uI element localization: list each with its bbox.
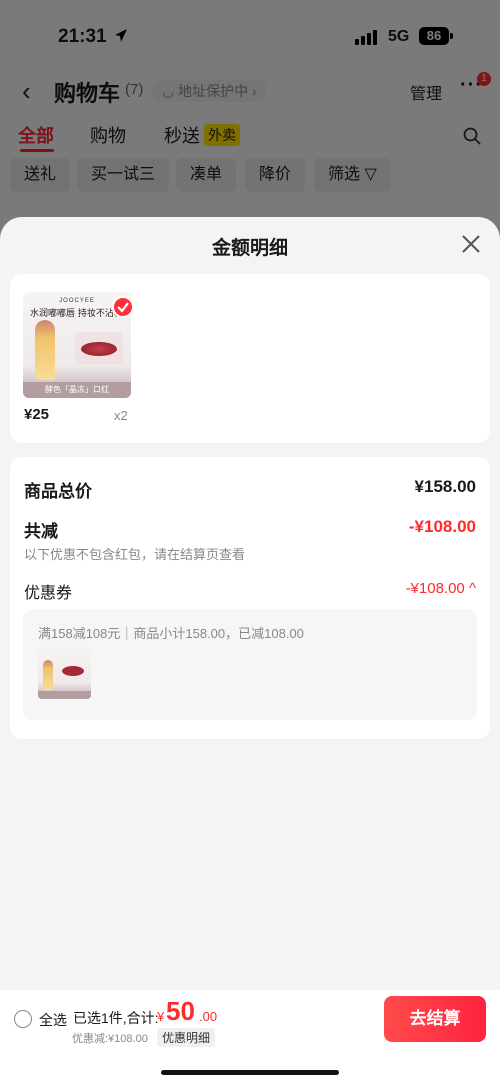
discount-detail-button[interactable]: 优惠明细 xyxy=(157,1028,216,1047)
total-decimal: .00 xyxy=(199,1009,218,1024)
checkout-button[interactable]: 去结算 xyxy=(384,996,486,1042)
close-icon[interactable] xyxy=(458,231,484,257)
thumb-slogan: 水润嘟嘟唇 持妆不沾杯 xyxy=(30,309,123,319)
lips-swatch xyxy=(75,332,123,364)
selection-summary: 已选1件,合计: xyxy=(73,1010,159,1026)
product-card: JOOCYEE 水润嘟嘟唇 持妆不沾杯 酵色「晶冻」口红 ¥25 x2 xyxy=(10,274,490,443)
product-quantity: x2 xyxy=(114,408,128,423)
amount-detail-sheet: 金额明细 JOOCYEE 水润嘟嘟唇 持妆不沾杯 酵色「晶冻」口红 ¥25 x2… xyxy=(0,217,500,1085)
reduce-label: 共减 xyxy=(24,522,58,541)
select-all-radio[interactable] xyxy=(14,1010,32,1028)
total-price-label: 商品总价 xyxy=(24,482,92,501)
total-integer: 50 xyxy=(166,996,195,1026)
discount-summary: 优惠减:¥108.00 xyxy=(72,1033,148,1045)
price-breakdown-card: 商品总价 ¥158.00 共减 -¥108.00 以下优惠不包含红包，请在结算页… xyxy=(10,457,490,739)
coupon-product-image xyxy=(38,646,91,699)
product-price: ¥25 xyxy=(24,406,50,423)
coupon-description: 满158减108元｜商品小计158.00，已减108.00 xyxy=(38,626,304,641)
coupon-value-toggle[interactable]: -¥108.00 ^ xyxy=(406,580,476,597)
reduce-value: -¥108.00 xyxy=(408,517,476,536)
select-all-label[interactable]: 全选 xyxy=(39,1010,67,1030)
coupon-label: 优惠券 xyxy=(24,585,73,602)
currency-symbol: ¥ xyxy=(157,1009,165,1024)
total-price-value: ¥158.00 xyxy=(414,477,476,496)
sheet-title: 金额明细 xyxy=(211,238,288,259)
check-icon xyxy=(112,296,134,318)
checkout-bar: 全选 已选1件,合计: ¥ 50 .00 优惠减:¥108.00 优惠明细 去结… xyxy=(0,990,500,1085)
thumb-footer: 酵色「晶冻」口红 xyxy=(23,382,131,398)
home-indicator[interactable] xyxy=(161,1070,339,1075)
lipstick-tube xyxy=(35,320,55,380)
reduce-note: 以下优惠不包含红包，请在结算页查看 xyxy=(24,547,246,562)
coupon-detail-box: 满158减108元｜商品小计158.00，已减108.00 xyxy=(23,609,477,720)
